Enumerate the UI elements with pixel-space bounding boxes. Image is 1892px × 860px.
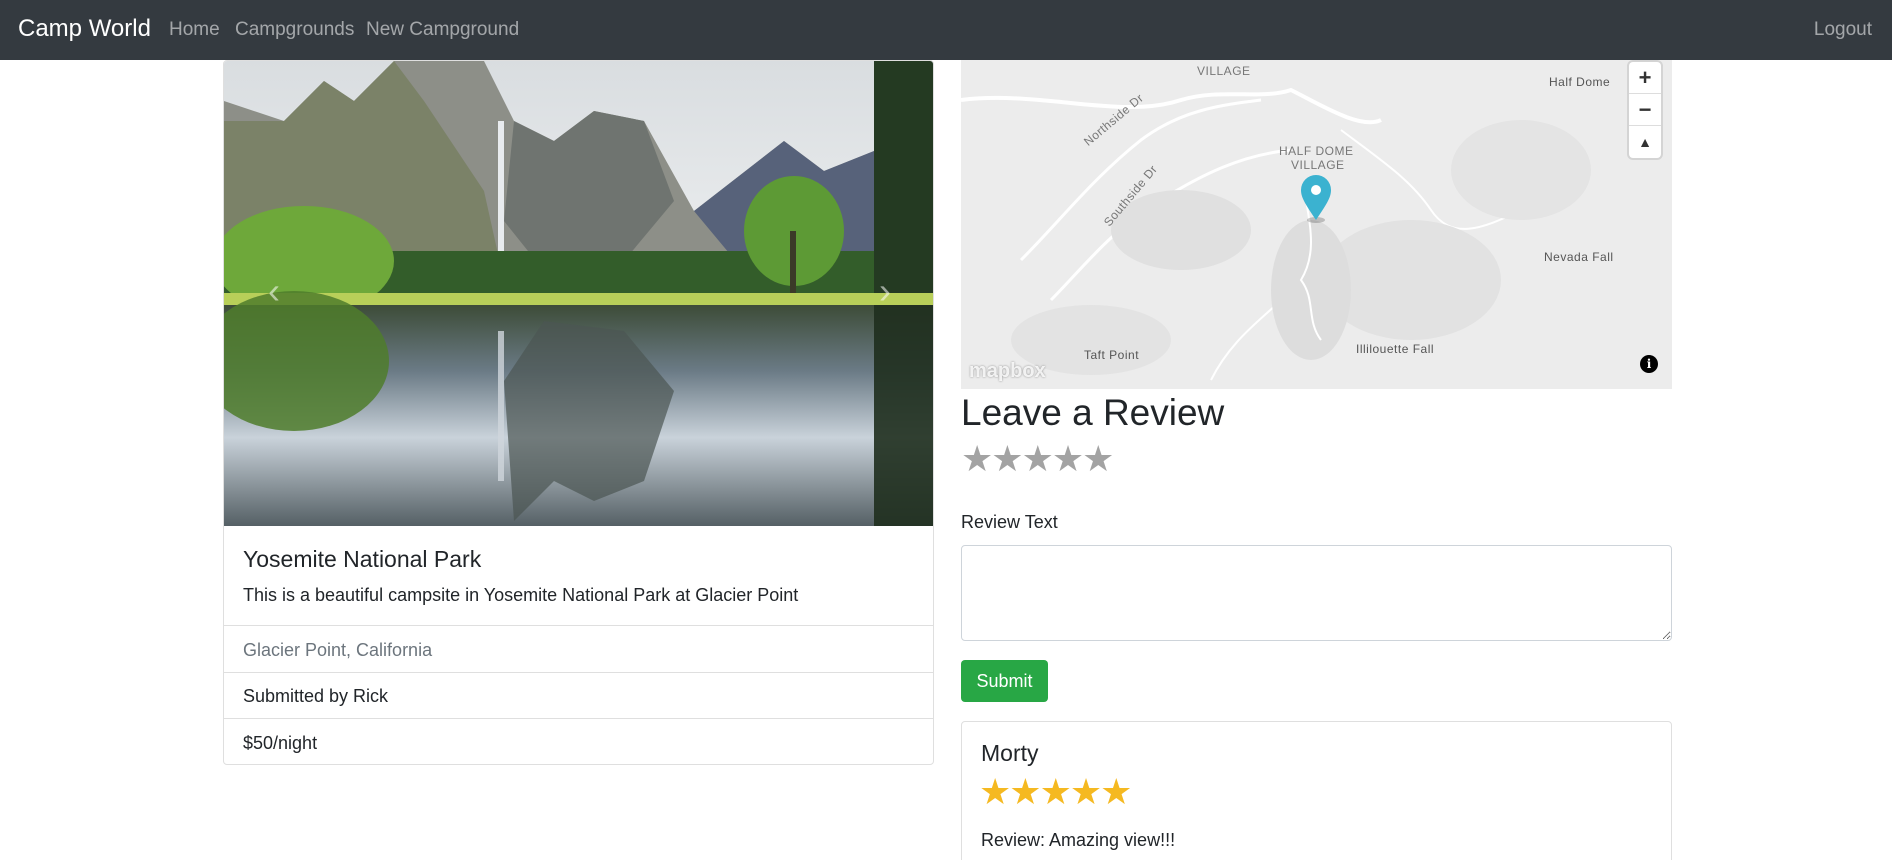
review-heading: Leave a Review <box>961 392 1225 433</box>
list-item-location: Glacier Point, California <box>224 627 933 673</box>
card-body: Yosemite National Park This is a beautif… <box>224 526 933 626</box>
nav-home-link[interactable]: Home <box>169 18 220 42</box>
review-author: Morty <box>981 740 1039 766</box>
compass-icon[interactable]: ▲ <box>1629 126 1661 158</box>
list-item-price: $50/night <box>224 720 933 764</box>
map-terrain <box>961 60 1672 389</box>
map-controls: + − ▲ <box>1629 62 1661 158</box>
map-label-half-dome-village-2: VILLAGE <box>1291 158 1345 172</box>
campground-submitted-by: Submitted by Rick <box>243 686 389 706</box>
review-star-icon: ★ <box>979 771 1011 812</box>
review-star-icon: ★ <box>1009 771 1041 812</box>
review-star-icon: ★ <box>1039 771 1072 812</box>
map-label-taft-point: Taft Point <box>1084 348 1140 362</box>
rating-star-1-icon[interactable]: ★ <box>961 438 993 479</box>
campground-description: This is a beautiful campsite in Yosemite… <box>243 585 799 605</box>
nav-new-campground-link[interactable]: New Campground <box>366 18 519 42</box>
image-carousel: ‹ › <box>224 61 933 526</box>
map-label-village: VILLAGE <box>1197 64 1251 78</box>
campground-card: ‹ › Yosemite National Park This is a bea… <box>223 60 934 765</box>
campground-title: Yosemite National Park <box>243 546 482 572</box>
nav-campgrounds-link[interactable]: Campgrounds <box>235 18 354 42</box>
rating-input[interactable]: ★★★★★ <box>961 438 1114 479</box>
submit-button[interactable]: Submit <box>961 660 1048 702</box>
carousel-prev-icon[interactable]: ‹ <box>254 271 294 311</box>
logout-link[interactable]: Logout <box>1814 18 1872 42</box>
zoom-out-icon[interactable]: − <box>1629 94 1661 126</box>
campground-photo <box>224 61 933 526</box>
review-card: Morty ★★★★★ Review: Amazing view!!! <box>961 721 1672 860</box>
map-label-half-dome-village-1: HALF DOME <box>1279 144 1354 158</box>
campground-price: $50/night <box>243 733 318 753</box>
map-label-half-dome: Half Dome <box>1549 75 1611 89</box>
map-label-nevada-fall: Nevada Fall <box>1544 250 1614 264</box>
review-star-icon: ★ <box>1069 771 1102 812</box>
review-text-input[interactable] <box>961 545 1672 641</box>
zoom-in-icon[interactable]: + <box>1629 62 1661 94</box>
map-label-illilouette-fall: Illilouette Fall <box>1356 342 1435 356</box>
review-text-label: Review Text <box>961 512 1058 532</box>
rating-star-3-icon[interactable]: ★ <box>1022 438 1054 479</box>
map-info-icon[interactable]: i <box>1640 355 1658 373</box>
review-rating: ★★★★★ <box>979 771 1132 812</box>
brand-link[interactable]: Camp World <box>18 15 151 43</box>
campground-map[interactable]: VILLAGE HALF DOME VILLAGE Half Dome Nort… <box>961 60 1672 389</box>
navbar: Camp World Home Campgrounds New Campgrou… <box>0 0 1892 60</box>
carousel-next-icon[interactable]: › <box>865 271 905 311</box>
rating-star-4-icon[interactable]: ★ <box>1052 438 1084 479</box>
mapbox-logo[interactable]: mapbox <box>969 360 1046 383</box>
rating-star-5-icon[interactable]: ★ <box>1082 438 1114 479</box>
review-text: Review: Amazing view!!! <box>981 830 1176 850</box>
rating-star-2-icon[interactable]: ★ <box>991 438 1023 479</box>
review-star-icon: ★ <box>1100 771 1132 812</box>
campground-location: Glacier Point, California <box>243 640 433 660</box>
list-item-submitted: Submitted by Rick <box>224 673 933 719</box>
